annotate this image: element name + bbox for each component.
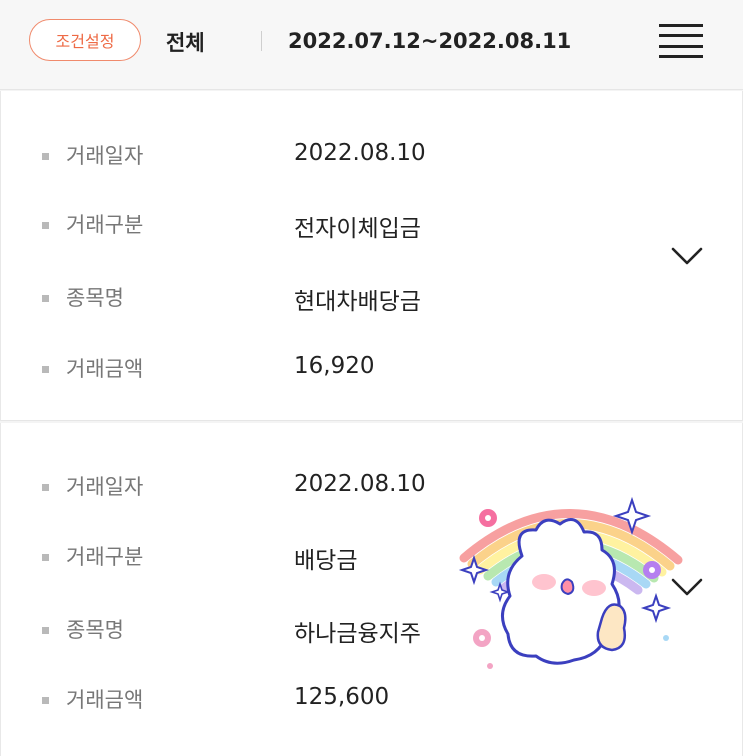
period-range: 2022.07.12~2022.08.11 — [288, 29, 572, 53]
item-label: 종목명 — [66, 286, 124, 310]
bunny-rainbow-sticker — [452, 488, 688, 678]
scope-label: 전체 — [166, 31, 205, 55]
filter-settings-button[interactable]: 조건설정 — [29, 19, 141, 61]
amount-value: 16,920 — [294, 353, 375, 379]
date-row: 거래일자 2022.08.10 — [1, 134, 601, 174]
type-label: 거래구분 — [66, 213, 144, 237]
date-value: 2022.08.10 — [294, 140, 426, 166]
date-label: 거래일자 — [66, 144, 144, 168]
amount-value: 125,600 — [294, 684, 390, 710]
item-value: 하나금융지주 — [294, 621, 421, 647]
chevron-down-icon[interactable] — [669, 244, 705, 268]
date-value: 2022.08.10 — [294, 471, 426, 497]
item-row: 종목명 현대차배당금 — [1, 276, 601, 316]
bullet-icon — [42, 697, 49, 704]
amount-row: 거래금액 125,600 — [1, 678, 601, 718]
bullet-icon — [42, 627, 49, 634]
type-value: 배당금 — [294, 548, 358, 574]
amount-label: 거래금액 — [66, 688, 144, 712]
amount-label: 거래금액 — [66, 357, 144, 381]
type-label: 거래구분 — [66, 545, 144, 569]
item-label: 종목명 — [66, 618, 124, 642]
hamburger-menu-icon[interactable] — [659, 24, 703, 58]
transaction-card: 거래일자 2022.08.10 거래구분 전자이체입금 종목명 현대차배당금 거… — [0, 91, 743, 421]
amount-row: 거래금액 16,920 — [1, 347, 601, 387]
header-divider — [261, 31, 262, 51]
bullet-icon — [42, 484, 49, 491]
date-label: 거래일자 — [66, 475, 144, 499]
type-value: 전자이체입금 — [294, 216, 421, 242]
bullet-icon — [42, 153, 49, 160]
bullet-icon — [42, 554, 49, 561]
type-row: 거래구분 전자이체입금 — [1, 203, 601, 243]
item-value: 현대차배당금 — [294, 289, 421, 315]
bullet-icon — [42, 295, 49, 302]
bullet-icon — [42, 222, 49, 229]
bullet-icon — [42, 366, 49, 373]
header: 조건설정 전체 2022.07.12~2022.08.11 — [0, 0, 743, 90]
